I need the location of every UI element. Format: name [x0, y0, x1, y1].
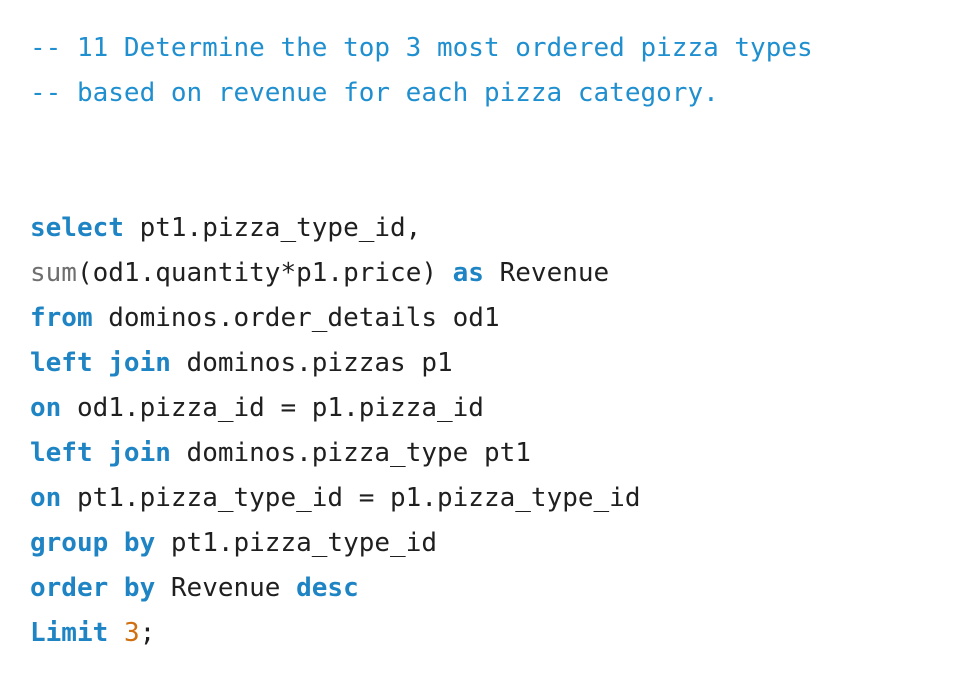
order-column: Revenue — [155, 573, 297, 603]
keyword-as: as — [437, 258, 484, 288]
group-column: pt1.pizza_type_id — [155, 528, 437, 558]
keyword-select: select — [30, 213, 124, 243]
keyword-left-join: left join — [30, 348, 171, 378]
join-table: dominos.pizza_type pt1 — [170, 438, 531, 468]
code-line-group-by: group by pt1.pizza_type_id — [30, 523, 437, 563]
select-columns: pt1.pizza_type_id, — [123, 213, 422, 243]
code-line-from: from dominos.order_details od1 — [30, 298, 500, 338]
code-line-on: on pt1.pizza_type_id = p1.pizza_type_id — [30, 478, 641, 518]
keyword-on: on — [30, 483, 62, 513]
function-sum: sum — [30, 258, 77, 288]
code-line-sum: sum(od1.quantity*p1.price) as Revenue — [30, 253, 609, 293]
from-table: dominos.order_details od1 — [92, 303, 500, 333]
join-condition: od1.pizza_id = p1.pizza_id — [61, 393, 484, 423]
code-line-join: left join dominos.pizzas p1 — [30, 343, 453, 383]
code-line-limit: Limit 3; — [30, 613, 155, 653]
code-line-order-by: order by Revenue desc — [30, 568, 359, 608]
limit-number: 3 — [123, 618, 140, 648]
keyword-order-by: order by — [30, 573, 156, 603]
code-line-join: left join dominos.pizza_type pt1 — [30, 433, 531, 473]
code-editor[interactable]: -- 11 Determine the top 3 most ordered p… — [0, 0, 958, 687]
keyword-desc: desc — [296, 573, 359, 603]
sum-arguments: (od1.quantity*p1.price) — [76, 258, 437, 288]
keyword-left-join: left join — [30, 438, 171, 468]
comment-line: -- based on revenue for each pizza categ… — [30, 78, 719, 108]
alias-revenue: Revenue — [483, 258, 610, 288]
keyword-on: on — [30, 393, 62, 423]
keyword-limit: Limit — [30, 618, 109, 648]
code-line-select: select pt1.pizza_type_id, — [30, 208, 421, 248]
code-line-on: on od1.pizza_id = p1.pizza_id — [30, 388, 484, 428]
join-table: dominos.pizzas p1 — [170, 348, 453, 378]
semicolon: ; — [139, 618, 156, 648]
comment-line: -- 11 Determine the top 3 most ordered p… — [30, 33, 813, 63]
join-condition: pt1.pizza_type_id = p1.pizza_type_id — [61, 483, 641, 513]
keyword-group-by: group by — [30, 528, 156, 558]
keyword-from: from — [30, 303, 93, 333]
